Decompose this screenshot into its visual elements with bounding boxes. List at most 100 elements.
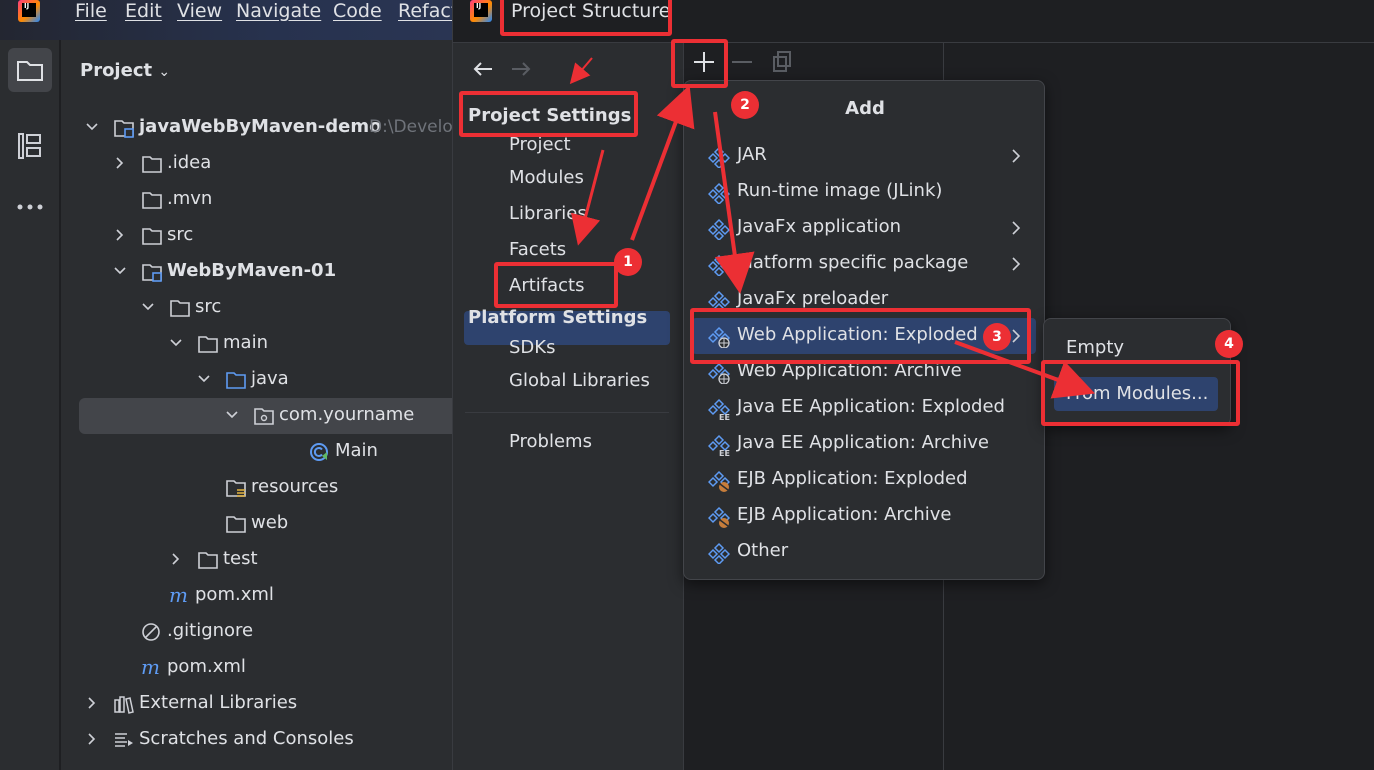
add-item-run-time-image-jlink[interactable]: Run-time image (JLink) xyxy=(692,174,1036,210)
step-badge-1: 1 xyxy=(614,248,642,276)
add-item-javafx-application[interactable]: JavaFx application xyxy=(692,210,1036,246)
artifact-icon xyxy=(708,146,730,168)
tree-node-main[interactable]: main xyxy=(61,326,452,362)
artifact-icon xyxy=(708,218,730,240)
project-panel-title[interactable]: Project ⌄ xyxy=(80,60,170,81)
nav-global-libraries[interactable]: Global Libraries xyxy=(509,370,650,391)
add-item-other[interactable]: Other xyxy=(692,534,1036,570)
folder-icon xyxy=(198,552,218,569)
menu-code[interactable]: Code xyxy=(333,0,382,22)
package-icon xyxy=(254,408,274,425)
java-class-icon xyxy=(310,443,328,461)
menu-edit[interactable]: Edit xyxy=(125,0,162,22)
tree-node-pom-xml[interactable]: m pom.xml xyxy=(61,650,452,686)
menu-file[interactable]: File xyxy=(75,0,107,22)
add-item-platform-specific-package[interactable]: Platform specific package xyxy=(692,246,1036,282)
chevron-right-icon[interactable] xyxy=(85,696,99,710)
chevron-down-icon[interactable] xyxy=(197,372,211,386)
intellij-logo-icon: IJ xyxy=(18,0,40,22)
tree-node-web[interactable]: web xyxy=(61,506,452,542)
tree-node-pom-xml[interactable]: m pom.xml xyxy=(61,578,452,614)
tree-node-label: .idea xyxy=(167,152,212,173)
menu-navigate[interactable]: Navigate xyxy=(236,0,321,22)
add-item-web-application-archive[interactable]: Web Application: Archive xyxy=(692,354,1036,390)
chevron-right-icon[interactable] xyxy=(169,552,183,566)
add-item-ejb-application-exploded[interactable]: EJB Application: Exploded xyxy=(692,462,1036,498)
tree-node-idea[interactable]: .idea xyxy=(61,146,452,182)
nav-problems[interactable]: Problems xyxy=(509,431,592,452)
settings-nav-pane: Project Settings Project Modules Librari… xyxy=(453,42,683,770)
structure-tool-button[interactable] xyxy=(8,124,52,168)
tree-node-src[interactable]: src xyxy=(61,290,452,326)
nav-divider xyxy=(465,412,669,413)
add-item-java-ee-application-exploded[interactable]: EE Java EE Application: Exploded xyxy=(692,390,1036,426)
nav-project[interactable]: Project xyxy=(509,134,571,155)
step-badge-3: 3 xyxy=(983,323,1011,351)
tree-node-path-hint: D:\Develo xyxy=(369,117,453,137)
nav-artifacts[interactable]: Artifacts xyxy=(509,275,584,296)
remove-icon[interactable] xyxy=(732,61,752,63)
svg-text:EE: EE xyxy=(719,413,730,420)
tree-node-label: java xyxy=(251,368,289,389)
menu-view[interactable]: View xyxy=(177,0,222,22)
tree-node-main[interactable]: Main xyxy=(61,434,452,470)
add-icon[interactable] xyxy=(693,51,715,73)
chevron-right-icon[interactable] xyxy=(85,732,99,746)
tree-node-label: pom.xml xyxy=(167,656,246,677)
tree-node-resources[interactable]: resources xyxy=(61,470,452,506)
submenu-empty[interactable]: Empty xyxy=(1066,337,1124,358)
chevron-down-icon[interactable] xyxy=(85,120,99,134)
module-folder-icon xyxy=(142,264,162,282)
tree-node-javawebbymaven-demo[interactable]: javaWebByMaven-demo D:\Develo xyxy=(61,110,453,146)
chevron-down-icon[interactable] xyxy=(225,408,239,422)
web-artifact-icon xyxy=(708,326,730,348)
nav-modules[interactable]: Modules xyxy=(509,167,584,188)
tree-node-label: Main xyxy=(335,440,378,461)
chevron-right-icon xyxy=(1012,329,1021,343)
tree-node-webbymaven-01[interactable]: WebByMaven-01 xyxy=(61,254,452,290)
chevron-right-icon[interactable] xyxy=(113,156,127,170)
more-icon xyxy=(17,204,43,210)
copy-icon[interactable] xyxy=(772,51,792,73)
tree-node-external-libraries[interactable]: External Libraries xyxy=(61,686,452,722)
add-item-ejb-application-archive[interactable]: EJB Application: Archive xyxy=(692,498,1036,534)
chevron-right-icon xyxy=(1012,257,1021,271)
add-item-java-ee-application-archive[interactable]: EE Java EE Application: Archive xyxy=(692,426,1036,462)
tree-node-scratches-and-consoles[interactable]: Scratches and Consoles xyxy=(61,722,452,758)
tree-node-com-yourname[interactable]: com.yourname xyxy=(79,398,459,434)
tree-node-label: src xyxy=(195,296,222,317)
folder-icon xyxy=(142,192,162,209)
tree-node-java[interactable]: java xyxy=(61,362,452,398)
nav-libraries[interactable]: Libraries xyxy=(509,203,587,224)
ejb-artifact-icon xyxy=(708,470,730,492)
nav-facets[interactable]: Facets xyxy=(509,239,566,260)
add-item-javafx-preloader[interactable]: JavaFx preloader xyxy=(692,282,1036,318)
tree-node-label: javaWebByMaven-demo xyxy=(139,116,382,137)
add-item-label: Platform specific package xyxy=(737,252,969,273)
ejb-artifact-icon xyxy=(708,506,730,528)
submenu-from-modules[interactable]: From Modules... xyxy=(1054,377,1218,411)
chevron-down-icon[interactable] xyxy=(169,336,183,350)
menu-refactor[interactable]: Refact xyxy=(398,0,458,22)
artifact-icon xyxy=(708,182,730,204)
add-item-label: JAR xyxy=(737,144,767,165)
chevron-right-icon xyxy=(1012,221,1021,235)
forward-arrow-icon[interactable] xyxy=(511,61,531,77)
add-item-label: Other xyxy=(737,540,789,561)
project-settings-header: Project Settings xyxy=(468,105,632,126)
svg-text:EE: EE xyxy=(719,449,730,456)
tree-node-gitignore[interactable]: .gitignore xyxy=(61,614,452,650)
chevron-down-icon[interactable] xyxy=(141,300,155,314)
chevron-down-icon[interactable] xyxy=(113,264,127,278)
project-tool-button[interactable] xyxy=(8,48,52,92)
add-item-jar[interactable]: JAR xyxy=(692,138,1036,174)
nav-sdks[interactable]: SDKs xyxy=(509,337,555,358)
tree-node-mvn[interactable]: .mvn xyxy=(61,182,452,218)
structure-icon xyxy=(18,133,41,159)
chevron-right-icon[interactable] xyxy=(113,228,127,242)
more-tools-button[interactable] xyxy=(8,185,52,229)
main-menubar: IJ File Edit View Navigate Code Refact xyxy=(0,0,458,40)
back-arrow-icon[interactable] xyxy=(473,61,493,77)
tree-node-test[interactable]: test xyxy=(61,542,452,578)
tree-node-src[interactable]: src xyxy=(61,218,452,254)
